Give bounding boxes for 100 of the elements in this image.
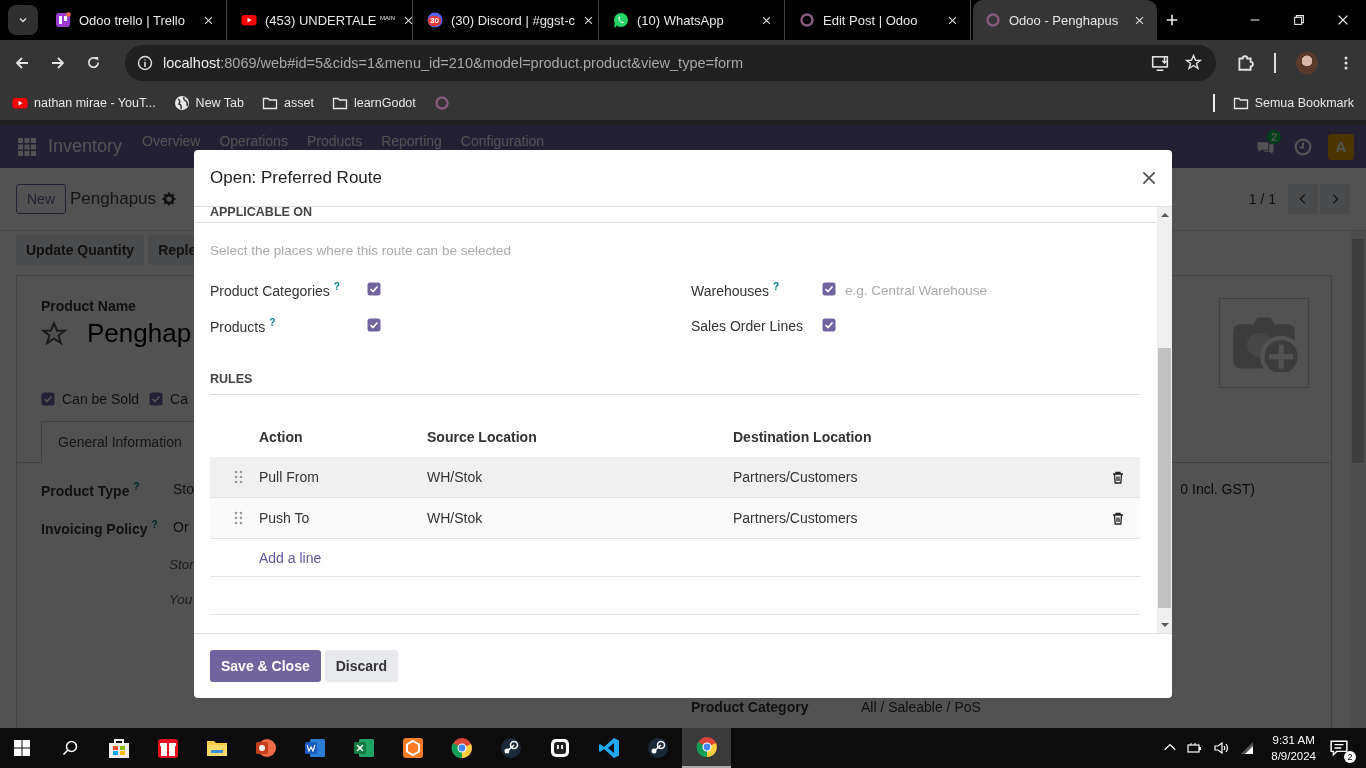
- gift-icon: [155, 736, 180, 760]
- bookmark-folder[interactable]: Semua Bookmark: [1232, 94, 1354, 111]
- pager-text: 1 / 1: [1248, 191, 1276, 207]
- checked-checkbox[interactable]: [149, 392, 164, 406]
- install-icon[interactable]: [1151, 53, 1169, 72]
- column-header: Destination Location: [733, 429, 873, 445]
- profile-avatar[interactable]: [1296, 51, 1318, 74]
- column-header: Source Location: [427, 429, 538, 445]
- plus-icon[interactable]: [1165, 13, 1179, 27]
- checked-checkbox[interactable]: [822, 282, 836, 296]
- field-label: Product Categories $^{?}$: [210, 281, 341, 299]
- play-icon: [241, 12, 257, 28]
- settings-icon[interactable]: [162, 192, 177, 206]
- address-bar[interactable]: localhost:8069/web#id=5&cids=1&menu_id=210&model=product.product&view_type=form: [125, 44, 1216, 81]
- table-cell-text: WH/Stok: [427, 510, 484, 526]
- star-icon[interactable]: [1185, 54, 1202, 71]
- option-label: Ca: [170, 391, 188, 407]
- checked-checkbox[interactable]: [41, 392, 55, 406]
- board-icon: [55, 12, 71, 28]
- wifi-icon[interactable]: [1239, 740, 1256, 756]
- shopping-bag-icon: [106, 736, 131, 760]
- phone-icon: [613, 12, 629, 28]
- table-row[interactable]: Pull From WH/Stok Partners/Customers: [210, 457, 1140, 498]
- close-icon[interactable]: [1140, 169, 1158, 187]
- notification-icon[interactable]: [1330, 739, 1348, 757]
- globe-icon: [173, 94, 190, 111]
- search-icon[interactable]: [62, 740, 78, 756]
- taskbar-button[interactable]: [682, 728, 731, 768]
- field-label: Product Category: [691, 699, 810, 715]
- price-text: 0 Incl. GST): [1179, 481, 1256, 497]
- drag-handle-icon[interactable]: [233, 470, 244, 484]
- close-icon[interactable]: [1134, 14, 1145, 26]
- drag-handle-icon[interactable]: [233, 511, 244, 525]
- field-value: Sto: [173, 481, 194, 497]
- close-icon[interactable]: [203, 14, 214, 26]
- ring-icon: [799, 12, 815, 28]
- trash-icon[interactable]: [1112, 511, 1124, 525]
- bookmark[interactable]: asset: [262, 94, 314, 111]
- document-app-icon: [302, 736, 327, 760]
- save-button[interactable]: Save & Close: [210, 650, 321, 682]
- scroll-down-icon[interactable]: [1159, 621, 1170, 629]
- browser-icon: [694, 735, 719, 759]
- field-label: Sales Order Lines: [691, 318, 805, 334]
- table-cell-text: Partners/Customers: [733, 510, 859, 526]
- checked-checkbox[interactable]: [367, 318, 381, 332]
- bookmark[interactable]: learnGodot: [331, 94, 416, 111]
- ring-icon: [985, 12, 1001, 28]
- discard-button[interactable]: Discard: [324, 650, 399, 682]
- field-label: Warehouses $^{?}$: [691, 281, 781, 299]
- checked-checkbox[interactable]: [822, 318, 836, 332]
- bookmark[interactable]: nathan mirae - YouT...: [12, 94, 156, 111]
- favorite-star-icon[interactable]: [41, 320, 67, 347]
- clock-time[interactable]: 9:31 AM: [1272, 732, 1315, 748]
- forward-icon[interactable]: [50, 54, 66, 71]
- close-icon[interactable]: [403, 14, 415, 26]
- close-icon[interactable]: [1336, 13, 1350, 27]
- reload-icon[interactable]: [86, 55, 101, 70]
- bookmark[interactable]: New Tab: [173, 94, 245, 111]
- browser-tab[interactable]: Odoo - Penghapus: [973, 0, 1157, 40]
- field-value: All / Saleable / PoS: [861, 699, 981, 715]
- browser-icon: [449, 736, 474, 760]
- info-icon[interactable]: [137, 54, 153, 71]
- checked-checkbox[interactable]: [367, 282, 381, 296]
- close-icon[interactable]: [947, 14, 958, 26]
- table-cell-text: Push To: [259, 510, 311, 526]
- slides-app-icon: [253, 736, 278, 760]
- table-cell-text: Pull From: [259, 469, 320, 485]
- column-header: Action: [259, 429, 304, 445]
- windows-start-icon[interactable]: [14, 740, 30, 756]
- clock-date[interactable]: 8/9/2024: [1271, 748, 1316, 764]
- close-icon[interactable]: [583, 14, 595, 26]
- code-editor-icon: [596, 736, 621, 760]
- volume-icon[interactable]: [1213, 740, 1230, 756]
- scroll-up-icon[interactable]: [1159, 211, 1170, 219]
- field-label: Product Name: [41, 298, 137, 314]
- spreadsheet-app-icon: [351, 736, 376, 760]
- battery-icon[interactable]: [1187, 740, 1204, 756]
- count-badge: 2: [1344, 751, 1356, 763]
- add-line-link[interactable]: Add a line: [259, 549, 322, 566]
- scrollbar[interactable]: [1350, 231, 1366, 728]
- field-label: Invoicing Policy $^{?}$: [41, 519, 159, 537]
- restore-icon[interactable]: [1292, 13, 1306, 27]
- section-hint: Select the places where this route can be selected: [210, 243, 512, 258]
- puzzle-icon[interactable]: [1236, 53, 1254, 72]
- scrollbar[interactable]: [1157, 207, 1172, 633]
- section-heading: RULES: [210, 372, 1140, 395]
- table-row[interactable]: Push To WH/Stok Partners/Customers: [210, 498, 1140, 539]
- table-cell-text: WH/Stok: [427, 469, 484, 485]
- section-heading: APPLICABLE ON: [194, 207, 1157, 223]
- count-badge: 2: [1267, 129, 1282, 144]
- trash-icon[interactable]: [1112, 470, 1124, 484]
- product-name: Penghap: [87, 318, 192, 349]
- close-icon[interactable]: [761, 14, 772, 26]
- option-label: Can be Sold: [62, 391, 140, 407]
- back-icon[interactable]: [14, 54, 30, 71]
- field-label: Product Type $^{?}$: [41, 481, 141, 499]
- game-client-icon: [498, 736, 523, 760]
- game-client-icon: [645, 736, 670, 760]
- table-cell-text: Partners/Customers: [733, 469, 859, 485]
- record-title: Penghapus: [70, 189, 157, 209]
